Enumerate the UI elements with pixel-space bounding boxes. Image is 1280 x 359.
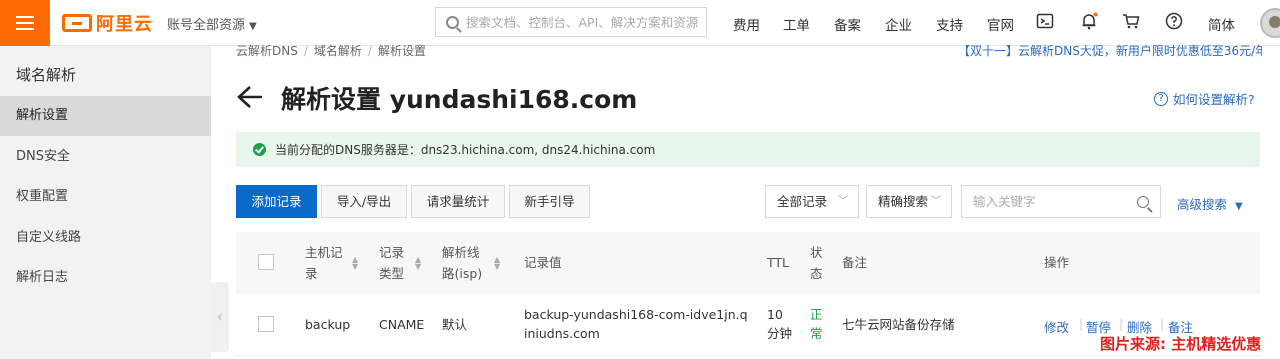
search-mode-value: 精确搜索 <box>878 194 929 209</box>
terminal-icon[interactable] <box>1036 12 1054 30</box>
col-line: 解析线路(isp) <box>442 245 483 281</box>
success-check-icon <box>253 143 266 156</box>
edit-link[interactable]: 修改 <box>1044 317 1069 336</box>
chevron-down-icon: ﹀ <box>931 196 941 207</box>
import-export-button[interactable]: 导入/导出 <box>321 185 407 218</box>
record-filter-select[interactable]: 全部记录 ﹀ <box>765 185 859 218</box>
cell-ttl: 10分钟 <box>767 307 793 341</box>
cell-host: backup <box>305 317 351 332</box>
search-mode-select[interactable]: 精确搜索 ﹀ <box>866 185 952 218</box>
help-circle-icon[interactable] <box>1165 12 1183 30</box>
select-all-checkbox[interactable] <box>258 254 274 270</box>
menu-icon[interactable] <box>0 0 50 46</box>
col-type: 记录类型 <box>379 245 405 281</box>
cell-type: CNAME <box>379 317 425 332</box>
col-remark: 备注 <box>842 255 868 270</box>
sidebar-item-dns-security[interactable]: DNS安全 <box>0 137 211 177</box>
breadcrumb-item: 解析设置 <box>377 44 426 58</box>
row-checkbox[interactable] <box>258 316 274 332</box>
logo-mark-icon <box>62 14 92 32</box>
language-switch[interactable]: 简体 <box>1208 14 1235 34</box>
help-link[interactable]: ? 如何设置解析? <box>1154 89 1255 108</box>
nav-ticket[interactable]: 工单 <box>783 14 810 34</box>
sidebar-item-weight-config[interactable]: 权重配置 <box>0 177 211 217</box>
keyword-input[interactable] <box>973 194 1137 209</box>
question-icon: ? <box>1154 91 1168 106</box>
table-header: 主机记录 ▲ ▼ 记录类型 ▲ ▼ 解析线路(isp) ▲ ▼ 记录值 TTL 状态 … <box>236 232 1260 294</box>
col-status: 状态 <box>810 245 823 281</box>
user-avatar[interactable] <box>1260 8 1280 38</box>
col-host: 主机记录 <box>305 245 343 281</box>
bell-icon[interactable] <box>1080 12 1098 30</box>
caret-down-icon: ▼ <box>249 21 257 32</box>
sort-icon[interactable]: ▲ ▼ <box>494 256 500 271</box>
page-title: 解析设置 yundashi168.com <box>281 85 638 114</box>
notice-text: 当前分配的DNS服务器是：dns23.hichina.com, dns24.hi… <box>275 143 656 157</box>
aliyun-logo[interactable]: 阿里云 <box>62 10 153 36</box>
sidebar: 域名解析 解析设置 DNS安全 权重配置 自定义线路 解析日志 <box>0 46 211 359</box>
dns-server-notice: 当前分配的DNS服务器是：dns23.hichina.com, dns24.hi… <box>236 132 1260 167</box>
col-value: 记录值 <box>524 255 562 270</box>
account-resource-dropdown[interactable]: 账号全部资源 ▼ <box>167 14 257 33</box>
global-search-input[interactable] <box>466 14 702 30</box>
breadcrumb-item[interactable]: 云解析DNS <box>236 44 298 58</box>
search-icon[interactable] <box>1137 195 1149 208</box>
sidebar-item-resolution-log[interactable]: 解析日志 <box>0 258 211 298</box>
record-filter-value: 全部记录 <box>777 194 828 209</box>
sidebar-item-resolution-settings[interactable]: 解析设置 <box>0 96 211 136</box>
sort-icon[interactable]: ▲ ▼ <box>415 256 421 271</box>
top-bar: 阿里云 账号全部资源▼ 费用 工单 备案 企业 支持 官网 简体 <box>0 0 1280 46</box>
logo-text: 阿里云 <box>96 14 153 35</box>
account-label: 账号全部资源 <box>167 18 246 33</box>
sidebar-item-custom-line[interactable]: 自定义线路 <box>0 218 211 258</box>
keyword-search-field[interactable] <box>961 185 1161 218</box>
back-arrow-icon[interactable] <box>236 84 264 110</box>
request-stats-button[interactable]: 请求量统计 <box>411 185 505 218</box>
chevron-down-icon: ﹀ <box>838 196 848 207</box>
nav-filing[interactable]: 备案 <box>834 14 861 34</box>
watermark-text: 图片来源: 主机精选优惠 <box>1100 335 1262 353</box>
breadcrumb-item[interactable]: 域名解析 <box>314 44 362 58</box>
caret-down-icon: ▼ <box>1235 201 1243 212</box>
cell-remark: 七牛云网站备份存储 <box>842 317 955 332</box>
sidebar-collapse-chevron-icon[interactable]: ‹ <box>211 282 229 352</box>
advanced-search-toggle[interactable]: 高级搜索 ▼ <box>1177 194 1243 213</box>
breadcrumb: 云解析DNS / 域名解析 / 解析设置 <box>236 44 426 58</box>
cell-line: 默认 <box>442 317 468 332</box>
nav-enterprise[interactable]: 企业 <box>885 14 912 34</box>
nav-official-site[interactable]: 官网 <box>987 14 1014 34</box>
sort-icon[interactable]: ▲ ▼ <box>352 256 358 271</box>
nav-support[interactable]: 支持 <box>936 14 963 34</box>
search-icon <box>446 15 459 29</box>
global-search[interactable] <box>435 7 707 37</box>
nav-billing[interactable]: 费用 <box>733 14 760 34</box>
help-link-label: 如何设置解析? <box>1173 92 1255 107</box>
cell-status: 正常 <box>810 307 823 341</box>
cart-icon[interactable] <box>1122 12 1140 30</box>
sidebar-title: 域名解析 <box>16 66 77 84</box>
col-ttl: TTL <box>767 255 790 270</box>
cell-value: backup-yundashi168-com-idve1jn.qiniudns.… <box>524 307 748 341</box>
add-record-button[interactable]: 添加记录 <box>236 185 317 218</box>
promo-banner-link[interactable]: 【双十一】云解析DNS大促，新用户限时优惠低至36元/年 <box>958 42 1262 59</box>
advanced-search-label: 高级搜索 <box>1177 197 1228 212</box>
col-actions: 操作 <box>1044 255 1070 270</box>
beginner-guide-button[interactable]: 新手引导 <box>509 185 590 218</box>
